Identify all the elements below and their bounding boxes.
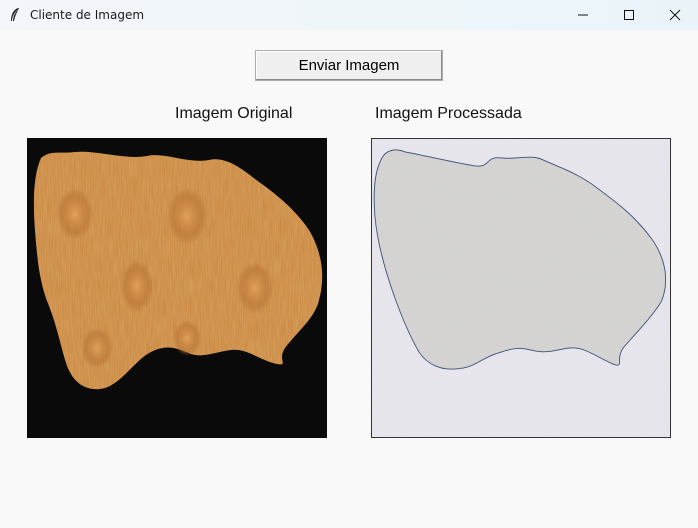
- original-image-label: Imagem Original: [175, 105, 293, 122]
- send-image-button[interactable]: Enviar Imagem: [255, 50, 443, 81]
- processed-image-label: Imagem Processada: [375, 105, 522, 122]
- title-bar[interactable]: Cliente de Imagem: [0, 0, 698, 30]
- processed-image: [371, 138, 671, 438]
- close-button[interactable]: [652, 0, 698, 30]
- feather-icon: [11, 8, 19, 21]
- minimize-icon: [578, 14, 588, 16]
- close-icon: [669, 9, 681, 21]
- original-image: [27, 138, 327, 438]
- minimize-button[interactable]: [560, 0, 606, 30]
- maximize-icon: [624, 10, 634, 20]
- window-title: Cliente de Imagem: [30, 8, 145, 22]
- main-content: Enviar Imagem Imagem Original Imagem Pro…: [0, 30, 698, 528]
- maximize-button[interactable]: [606, 0, 652, 30]
